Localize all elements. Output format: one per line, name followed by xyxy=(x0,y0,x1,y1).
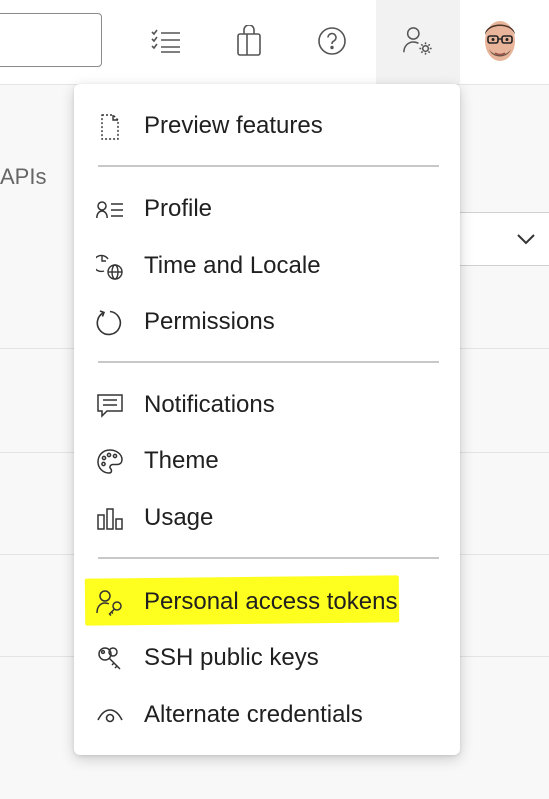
menu-item-permissions[interactable]: Permissions xyxy=(74,296,460,348)
user-settings-icon xyxy=(402,24,434,58)
menu-item-preview-features[interactable]: Preview features xyxy=(74,100,460,152)
time-locale-icon xyxy=(96,253,124,281)
menu-item-label: Profile xyxy=(144,195,213,222)
personal-access-tokens-icon xyxy=(96,589,124,617)
menu-item-usage[interactable]: Usage xyxy=(74,492,460,544)
menu-item-theme[interactable]: Theme xyxy=(74,435,460,487)
search-input[interactable] xyxy=(0,13,102,67)
user-settings-button[interactable] xyxy=(376,0,460,84)
menu-separator xyxy=(98,361,439,363)
menu-item-notifications[interactable]: Notifications xyxy=(74,379,460,431)
theme-palette-icon xyxy=(96,448,124,476)
menu-separator xyxy=(98,557,439,559)
top-navigation-bar xyxy=(0,0,549,85)
menu-item-label: Usage xyxy=(144,504,214,531)
menu-item-label: SSH public keys xyxy=(144,644,319,671)
notifications-icon xyxy=(96,392,124,420)
menu-item-alternate-credentials[interactable]: Alternate credentials xyxy=(74,689,460,741)
menu-item-label: Permissions xyxy=(144,308,275,335)
permissions-icon xyxy=(96,309,124,337)
menu-item-label: Personal access tokens xyxy=(144,588,398,615)
menu-item-personal-access-tokens[interactable]: Personal access tokens xyxy=(74,576,460,628)
menu-separator xyxy=(98,165,439,167)
profile-icon xyxy=(96,196,124,224)
usage-chart-icon xyxy=(96,505,124,533)
menu-item-label: Preview features xyxy=(144,112,323,139)
menu-item-profile[interactable]: Profile xyxy=(74,183,460,235)
menu-item-label: Time and Locale xyxy=(144,252,321,279)
menu-item-ssh-public-keys[interactable]: SSH public keys xyxy=(74,632,460,684)
menu-item-label: Theme xyxy=(144,447,219,474)
ssh-keys-icon xyxy=(96,645,124,673)
preview-features-icon xyxy=(96,113,124,141)
task-list-icon[interactable] xyxy=(150,24,182,58)
menu-item-time-and-locale[interactable]: Time and Locale xyxy=(74,240,460,292)
marketplace-bag-icon[interactable] xyxy=(233,24,265,58)
chevron-down-icon[interactable] xyxy=(516,232,536,250)
help-icon[interactable] xyxy=(316,24,348,58)
background-apis-label: APIs xyxy=(0,164,47,189)
user-settings-menu: Preview features Profile Time and Locale… xyxy=(74,84,460,755)
menu-item-label: Alternate credentials xyxy=(144,701,363,728)
user-avatar[interactable] xyxy=(481,15,519,67)
menu-item-label: Notifications xyxy=(144,391,275,418)
alternate-credentials-icon xyxy=(96,702,124,730)
